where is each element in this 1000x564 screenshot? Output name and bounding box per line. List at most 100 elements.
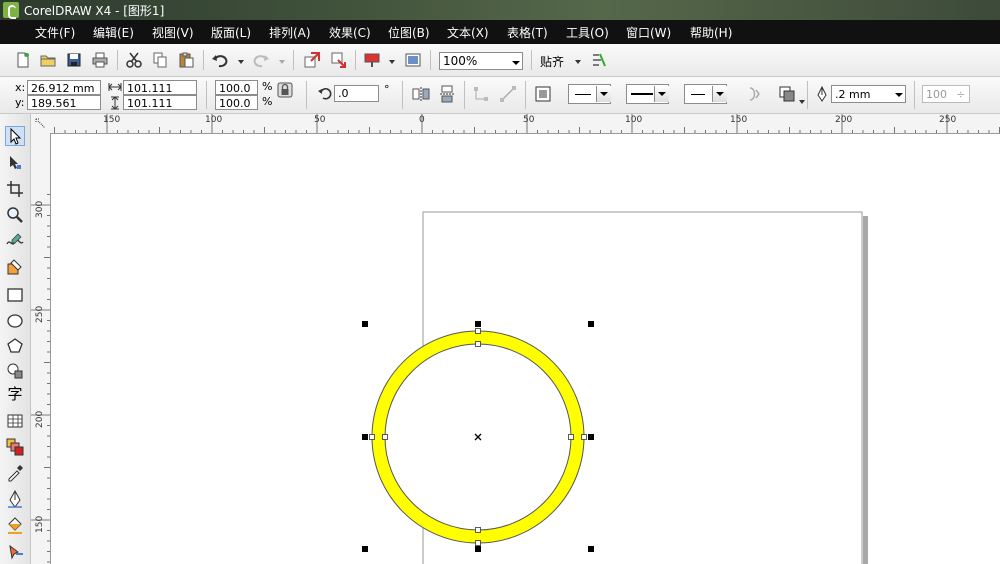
to-front-icon[interactable] <box>778 85 796 103</box>
new-document-icon[interactable] <box>14 51 32 69</box>
chevron-down-icon <box>654 86 669 102</box>
coreldraw-app-icon[interactable] <box>3 2 19 19</box>
save-icon[interactable] <box>65 51 83 69</box>
menu-window[interactable]: 窗口(W) <box>626 24 671 41</box>
h-ruler-label: 50 <box>314 115 326 125</box>
open-folder-icon[interactable] <box>39 51 57 69</box>
width-icon <box>108 83 122 91</box>
v-ruler-label: 150 <box>35 515 45 533</box>
start-arrowhead-select[interactable] <box>568 84 611 104</box>
redo-icon[interactable] <box>252 51 270 69</box>
menu-tools[interactable]: 工具(O) <box>566 24 609 41</box>
crop-tool-icon[interactable] <box>6 180 24 198</box>
copy-icon[interactable] <box>151 51 169 69</box>
rectangle-tool-icon[interactable] <box>6 286 24 304</box>
application-launcher-icon[interactable] <box>363 51 381 69</box>
ruler-origin-icon <box>35 118 46 129</box>
undo-icon[interactable] <box>211 51 229 69</box>
polygon-tool-icon[interactable] <box>6 337 24 355</box>
path-node-icon[interactable] <box>473 85 491 103</box>
menu-text[interactable]: 文本(X) <box>447 24 489 41</box>
y-position-field[interactable]: 189.561 mm <box>27 95 101 125</box>
menu-help[interactable]: 帮助(H) <box>690 24 732 41</box>
text-wrap-icon[interactable] <box>745 85 763 103</box>
wrap-text-icon[interactable] <box>534 85 552 103</box>
snap-to-button[interactable]: 贴齐 <box>540 53 564 70</box>
vertical-ruler-ticks <box>31 194 50 563</box>
menu-view[interactable]: 视图(V) <box>152 24 194 41</box>
scale-y-percent: % <box>262 95 273 108</box>
menu-file[interactable]: 文件(F) <box>35 24 75 41</box>
lock-ratio-icon[interactable] <box>277 82 293 98</box>
table-tool-icon[interactable] <box>6 412 24 430</box>
h-ruler-label: 0 <box>419 115 425 125</box>
scale-x-percent: % <box>262 80 273 93</box>
separator <box>464 81 465 109</box>
handle-middle-right <box>588 434 594 440</box>
scale-x-field[interactable]: 100.0 <box>215 80 258 95</box>
basic-shapes-icon[interactable] <box>6 362 24 380</box>
snap-dropdown-arrow[interactable] <box>575 60 581 64</box>
convert-line-icon[interactable] <box>499 85 517 103</box>
fill-tool-icon[interactable] <box>6 516 24 534</box>
h-ruler-label: 150 <box>730 115 748 125</box>
menu-table[interactable]: 表格(T) <box>507 24 548 41</box>
menu-effects[interactable]: 效果(C) <box>329 24 371 41</box>
vertical-ruler[interactable]: 300 250 200 150 <box>31 133 51 564</box>
separator <box>117 50 118 70</box>
zoom-level-select[interactable]: 100% <box>439 52 523 70</box>
separator <box>807 81 808 109</box>
h-ruler-label: 50 <box>523 115 535 125</box>
toolbox: 字 <box>0 114 31 564</box>
ruler-origin[interactable] <box>31 114 51 134</box>
ellipse-tool-icon[interactable] <box>6 312 24 330</box>
horizontal-ruler[interactable]: 150 100 50 0 50 100 150 200 250 <box>50 114 1000 134</box>
menu-arrange[interactable]: 排列(A) <box>269 24 311 41</box>
interactive-fill-icon[interactable] <box>6 542 24 560</box>
line-style-select[interactable] <box>626 84 669 104</box>
menu-bitmaps[interactable]: 位图(B) <box>388 24 430 41</box>
property-bar: x: 26.912 mm y: 189.561 mm 101.111 mm 10… <box>0 77 1000 125</box>
options-icon[interactable] <box>590 51 608 69</box>
separator <box>306 81 307 109</box>
freehand-tool-icon[interactable] <box>6 232 24 250</box>
outline-tool-icon[interactable] <box>6 490 24 508</box>
smart-fill-icon[interactable] <box>6 258 24 276</box>
end-arrowhead-select[interactable] <box>684 84 727 104</box>
drawing-canvas[interactable] <box>51 134 1000 564</box>
welcome-screen-icon[interactable] <box>404 51 422 69</box>
launcher-dropdown-arrow[interactable] <box>389 60 395 64</box>
separator <box>914 81 915 109</box>
disabled-value-field: 100 ÷ <box>922 85 970 103</box>
x-label: x: <box>15 81 26 94</box>
to-front-dropdown-arrow[interactable] <box>799 100 805 104</box>
separator <box>203 50 204 70</box>
interactive-blend-icon[interactable] <box>6 438 24 456</box>
print-icon[interactable] <box>91 51 109 69</box>
chevron-down-icon <box>596 86 611 102</box>
rotation-angle-field[interactable]: .0 <box>334 85 379 102</box>
zoom-tool-icon[interactable] <box>6 206 24 224</box>
x-position-field[interactable]: 26.912 mm <box>27 80 101 95</box>
cut-icon[interactable] <box>125 51 143 69</box>
mirror-vertical-icon[interactable] <box>438 85 456 103</box>
object-width-field[interactable]: 101.111 mm <box>123 80 197 110</box>
shape-tool-icon[interactable] <box>6 154 24 172</box>
line-preview <box>575 94 591 95</box>
text-tool-icon[interactable]: 字 <box>6 385 24 403</box>
title-bar: CorelDRAW X4 - [图形1] <box>0 0 1000 20</box>
import-icon[interactable] <box>303 51 321 69</box>
export-icon[interactable] <box>330 51 348 69</box>
paste-icon[interactable] <box>177 51 195 69</box>
scale-y-field[interactable]: 100.0 <box>215 95 258 110</box>
object-height-field[interactable]: 101.111 mm <box>123 95 197 125</box>
menu-layout[interactable]: 版面(L) <box>211 24 251 41</box>
eyedropper-icon[interactable] <box>6 464 24 482</box>
separator <box>402 81 403 109</box>
redo-dropdown-arrow[interactable] <box>279 60 285 64</box>
mirror-horizontal-icon[interactable] <box>412 85 430 103</box>
pick-tool-icon[interactable] <box>5 126 25 146</box>
undo-dropdown-arrow[interactable] <box>238 60 244 64</box>
outline-width-select[interactable]: .2 mm <box>831 85 906 103</box>
menu-edit[interactable]: 编辑(E) <box>93 24 134 41</box>
